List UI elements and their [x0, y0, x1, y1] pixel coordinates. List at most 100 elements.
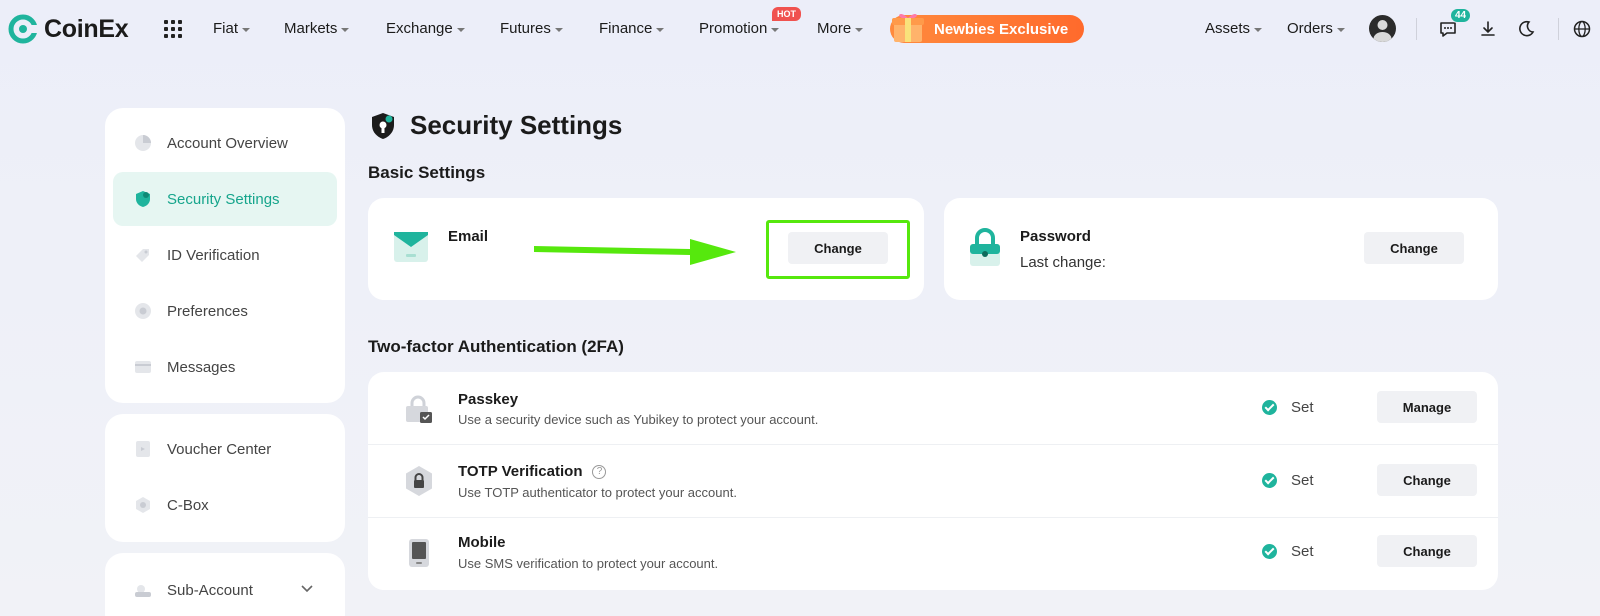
nav-promotion-label: Promotion — [699, 20, 768, 37]
mobile-status-label: Set — [1291, 543, 1314, 560]
sidebar-sub-account-group: Sub-Account — [105, 553, 345, 616]
sidebar-item-label: Preferences — [167, 302, 248, 320]
nav-assets-label: Assets — [1205, 20, 1251, 37]
passkey-manage-button[interactable]: Manage — [1377, 391, 1477, 423]
hot-badge: HOT — [772, 7, 801, 21]
totp-change-button[interactable]: Change — [1377, 464, 1477, 496]
newbies-exclusive-label: Newbies Exclusive — [934, 20, 1069, 38]
caret-down-icon — [341, 27, 350, 32]
totp-hexagon-lock-icon — [406, 466, 432, 496]
mobile-phone-icon — [409, 539, 429, 567]
caret-down-icon — [771, 27, 780, 32]
dark-mode-icon[interactable] — [1516, 19, 1536, 39]
gift-icon — [892, 13, 924, 42]
help-icon[interactable]: ? — [592, 464, 607, 479]
message-icon — [135, 361, 151, 373]
brand-name: CoinEx — [44, 14, 129, 43]
passkey-status: Set — [1262, 399, 1314, 416]
sidebar-item-security-settings[interactable]: Security Settings — [113, 172, 337, 226]
caret-down-icon — [456, 27, 465, 32]
nav-divider — [1558, 18, 1559, 40]
chevron-down-icon[interactable] — [301, 585, 313, 593]
mobile-change-button[interactable]: Change — [1377, 535, 1477, 567]
nav-markets[interactable]: Markets — [284, 20, 350, 37]
user-avatar-icon — [1373, 20, 1392, 42]
annotation-highlight-box — [766, 220, 910, 279]
page-header: Security Settings — [368, 110, 622, 141]
coinex-logo[interactable]: CoinEx — [8, 14, 129, 44]
box-icon — [136, 497, 150, 513]
nav-more-label: More — [817, 20, 852, 37]
sidebar-item-c-box[interactable]: C-Box — [113, 478, 337, 532]
nav-orders[interactable]: Orders — [1287, 20, 1345, 37]
globe-icon[interactable] — [1572, 19, 1592, 39]
nav-exchange-label: Exchange — [386, 20, 453, 37]
voucher-icon — [136, 441, 150, 457]
totp-status: Set — [1262, 472, 1314, 489]
email-label: Email — [448, 228, 489, 245]
pie-chart-icon — [135, 135, 151, 151]
email-envelope-icon — [394, 232, 428, 262]
annotation-arrow-icon — [534, 239, 736, 265]
totp-title-label: TOTP Verification — [458, 463, 583, 480]
nav-fiat[interactable]: Fiat — [213, 20, 251, 37]
nav-finance-label: Finance — [599, 20, 653, 37]
apps-grid-icon[interactable] — [164, 20, 182, 38]
sidebar-item-label: ID Verification — [167, 246, 260, 264]
caret-down-icon — [554, 27, 563, 32]
sidebar-item-sub-account[interactable]: Sub-Account — [113, 563, 337, 616]
nav-finance[interactable]: Finance — [599, 20, 665, 37]
download-icon[interactable] — [1478, 19, 1498, 39]
sidebar-main-group: Account Overview Security Settings ID Ve… — [105, 108, 345, 403]
nav-futures[interactable]: Futures — [500, 20, 563, 37]
page-title: Security Settings — [410, 110, 623, 140]
caret-down-icon — [656, 27, 665, 32]
row-divider — [368, 517, 1498, 518]
sidebar-item-voucher-center[interactable]: Voucher Center — [113, 422, 337, 476]
password-card: Password Last change: Change — [944, 198, 1498, 300]
totp-description: Use TOTP authenticator to protect your a… — [458, 485, 737, 500]
nav-markets-label: Markets — [284, 20, 338, 37]
sidebar-item-id-verification[interactable]: ID Verification — [113, 228, 337, 282]
passkey-status-label: Set — [1291, 399, 1314, 416]
nav-exchange[interactable]: Exchange — [386, 20, 465, 37]
coinex-logo-icon — [8, 14, 38, 44]
caret-down-icon — [1254, 27, 1263, 32]
check-circle-icon — [1262, 400, 1277, 415]
nav-promotion[interactable]: Promotion — [699, 20, 780, 37]
tfa-card: Passkey Use a security device such as Yu… — [368, 372, 1498, 590]
sub-account-icon — [135, 585, 151, 597]
password-lock-icon — [970, 228, 1000, 266]
totp-status-label: Set — [1291, 472, 1314, 489]
nav-divider — [1416, 18, 1417, 40]
id-tag-icon — [136, 249, 149, 262]
nav-futures-label: Futures — [500, 20, 551, 37]
tfa-section-title: Two-factor Authentication (2FA) — [368, 337, 624, 356]
sidebar-item-messages[interactable]: Messages — [113, 340, 337, 394]
password-change-button[interactable]: Change — [1364, 232, 1464, 264]
sidebar-item-preferences[interactable]: Preferences — [113, 284, 337, 338]
mobile-description: Use SMS verification to protect your acc… — [458, 556, 719, 571]
caret-down-icon — [242, 27, 251, 32]
password-last-change: Last change: — [1020, 254, 1106, 271]
mobile-status: Set — [1262, 543, 1314, 560]
sidebar-item-label: Sub-Account — [167, 581, 253, 599]
passkey-lock-icon — [406, 395, 432, 423]
sidebar-item-label: C-Box — [167, 496, 209, 514]
nav-more[interactable]: More — [817, 20, 864, 37]
sidebar-item-label: Messages — [167, 358, 236, 376]
chat-count-badge: 44 — [1450, 8, 1472, 23]
basic-settings-title: Basic Settings — [368, 163, 486, 182]
check-circle-icon — [1262, 473, 1277, 488]
sidebar-item-account-overview[interactable]: Account Overview — [113, 116, 337, 170]
sidebar-rewards-group: Voucher Center C-Box — [105, 414, 345, 542]
nav-assets[interactable]: Assets — [1205, 20, 1263, 37]
sidebar-item-label: Voucher Center — [167, 440, 272, 458]
avatar[interactable] — [1369, 15, 1396, 42]
gear-icon — [135, 303, 151, 319]
nav-orders-label: Orders — [1287, 20, 1333, 37]
passkey-description: Use a security device such as Yubikey to… — [458, 412, 819, 427]
passkey-title: Passkey — [458, 391, 519, 408]
security-shield-icon — [372, 112, 394, 139]
mobile-title: Mobile — [458, 534, 506, 551]
